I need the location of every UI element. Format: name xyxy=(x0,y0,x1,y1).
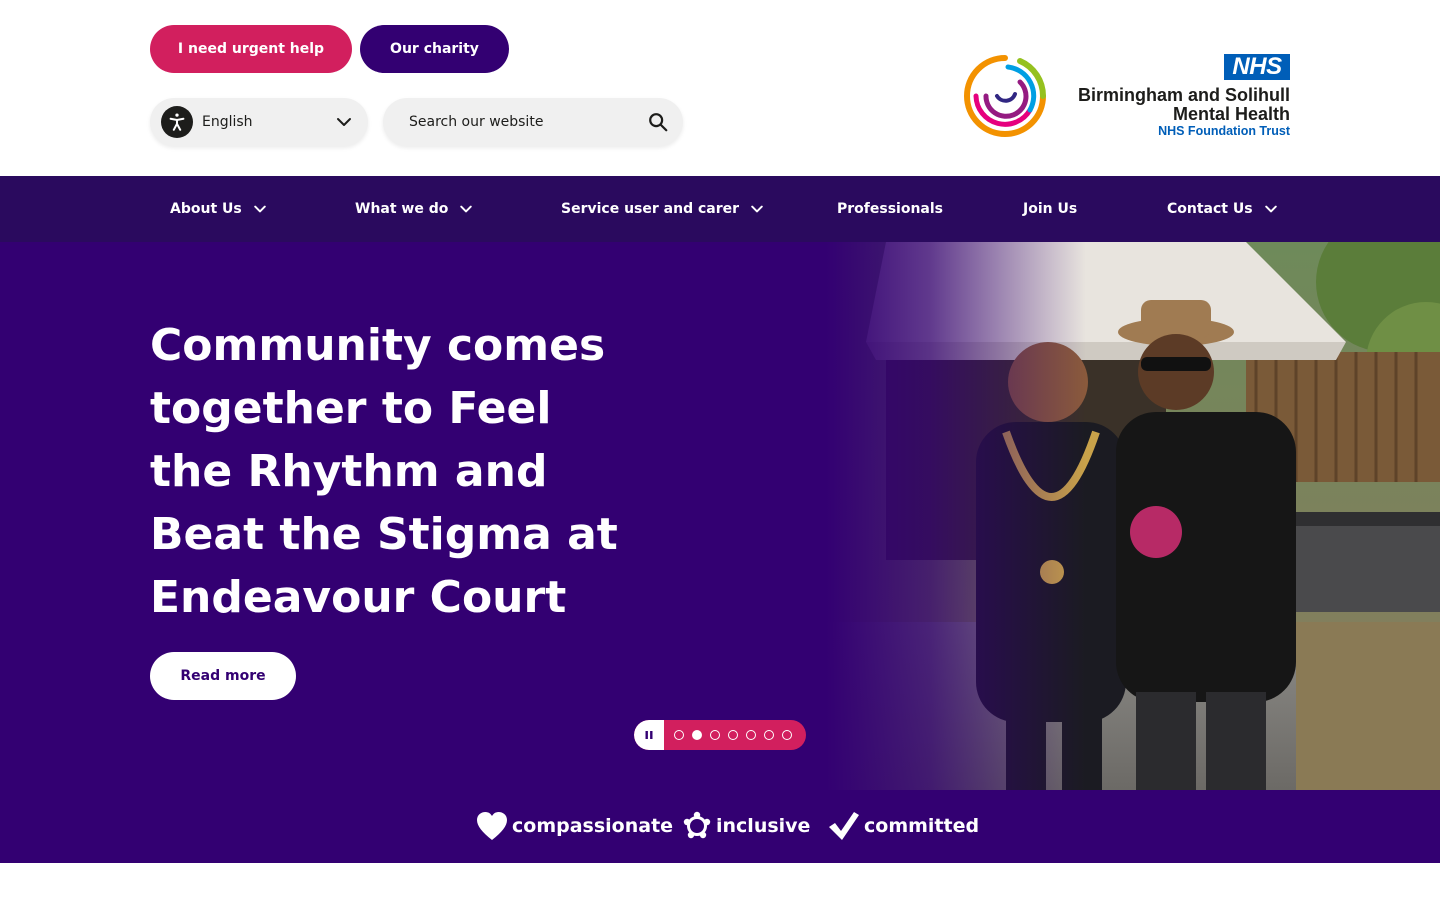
carousel-dot-1[interactable] xyxy=(674,730,684,740)
carousel-dot-3[interactable] xyxy=(710,730,720,740)
value-committed: committed xyxy=(828,810,979,842)
nav-item-label: About Us xyxy=(170,201,242,217)
value-label: compassionate xyxy=(512,815,674,837)
nhs-logo: NHS xyxy=(1224,53,1290,80)
carousel-dot-2[interactable] xyxy=(692,730,702,740)
language-label: English xyxy=(202,114,253,130)
swirl-logo-icon xyxy=(964,55,1047,137)
search-box xyxy=(383,98,683,146)
trust-name: Birmingham and Solihull Mental Health xyxy=(1078,86,1290,124)
nav-item-professionals[interactable]: Professionals xyxy=(837,176,943,242)
trust-subtitle: NHS Foundation Trust xyxy=(1158,124,1290,138)
nav-item-what-we-do[interactable]: What we do xyxy=(355,176,474,242)
page-continuation xyxy=(0,863,1440,900)
chevron-down-icon xyxy=(337,118,351,126)
trust-name-line1: Birmingham and Solihull xyxy=(1077,85,1290,105)
nav-item-label: Professionals xyxy=(837,201,943,217)
carousel-dot-5[interactable] xyxy=(746,730,756,740)
site-header: I need urgent help Our charity English S… xyxy=(0,0,1440,176)
trust-name-line2: Mental Health xyxy=(1172,104,1290,124)
people-circle-icon xyxy=(683,811,711,839)
carousel-dot-4[interactable] xyxy=(728,730,738,740)
search-icon[interactable] xyxy=(647,111,669,133)
nav-item-label: Join Us xyxy=(1023,201,1078,217)
hero-gradient-overlay xyxy=(826,242,1086,790)
language-select[interactable]: English xyxy=(150,98,368,146)
nav-item-about-us[interactable]: About Us xyxy=(170,176,268,242)
chevron-down-icon xyxy=(253,205,266,213)
nav-item-service-user-and-carer[interactable]: Service user and carer xyxy=(561,176,765,242)
values-band: compassionate inclusive committed xyxy=(0,790,1440,863)
heart-icon xyxy=(477,812,507,840)
nav-item-join-us[interactable]: Join Us xyxy=(1023,176,1077,242)
read-more-button[interactable]: Read more xyxy=(150,652,296,700)
trust-logo[interactable]: NHS Birmingham and Solihull Mental Healt… xyxy=(960,50,1292,142)
value-compassionate: compassionate xyxy=(476,810,673,842)
value-inclusive: inclusive xyxy=(682,810,810,842)
value-label: inclusive xyxy=(716,815,811,837)
nav-item-label: Service user and carer xyxy=(561,201,740,217)
chevron-down-icon xyxy=(460,205,473,213)
chevron-down-icon xyxy=(1264,205,1277,213)
our-charity-button[interactable]: Our charity xyxy=(360,25,509,73)
accessibility-icon xyxy=(161,106,193,138)
urgent-help-button[interactable]: I need urgent help xyxy=(150,25,352,73)
search-input[interactable] xyxy=(409,114,639,130)
nav-item-label: Contact Us xyxy=(1167,201,1253,217)
pause-button[interactable] xyxy=(634,720,664,750)
pause-icon xyxy=(645,731,653,739)
hero-carousel: Community comes together to Feel the Rhy… xyxy=(0,242,1440,790)
value-label: committed xyxy=(864,815,980,837)
hero-headline: Community comes together to Feel the Rhy… xyxy=(150,320,618,623)
nav-item-contact-us[interactable]: Contact Us xyxy=(1167,176,1279,242)
tick-icon xyxy=(829,812,859,840)
chevron-down-icon xyxy=(751,205,763,213)
nav-item-label: What we do xyxy=(355,201,449,217)
carousel-controls xyxy=(634,720,806,750)
main-nav: About Us What we do Service user and car… xyxy=(0,176,1440,242)
carousel-dot-6[interactable] xyxy=(764,730,774,740)
carousel-dot-7[interactable] xyxy=(782,730,792,740)
